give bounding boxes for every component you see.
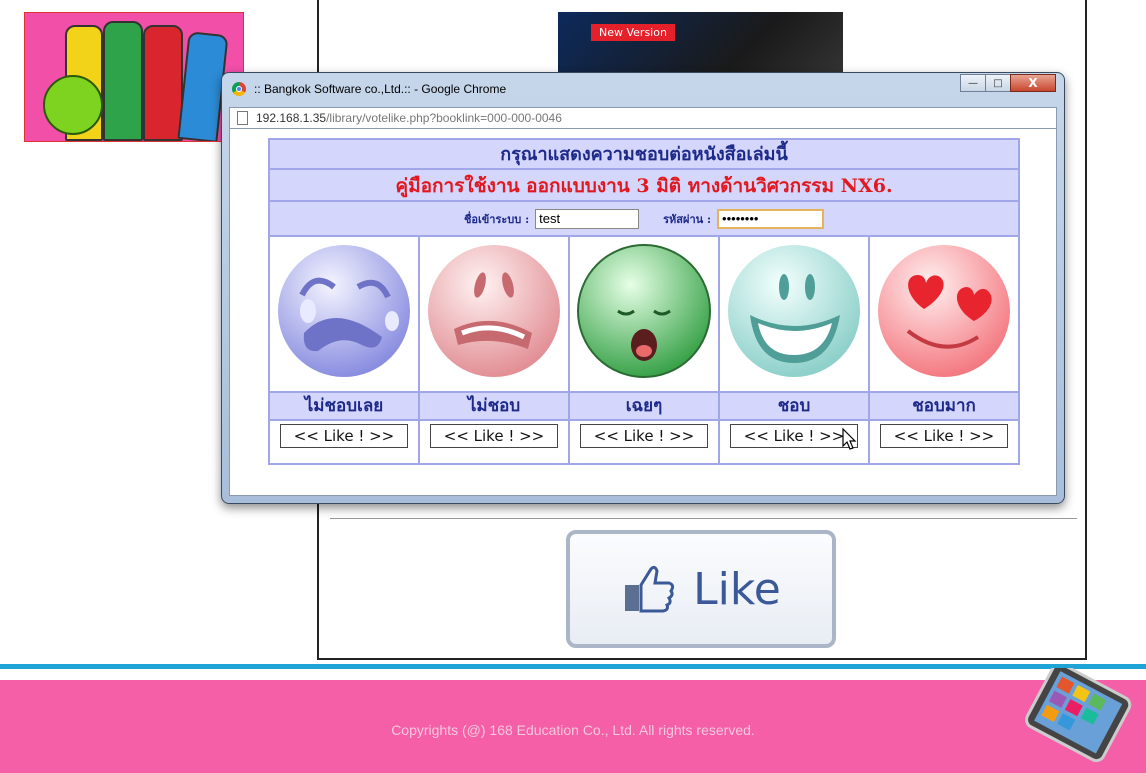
book-title: คู่มือการใช้งาน ออกแบบงาน 3 มิติ ทางด้าน…	[270, 170, 1018, 202]
yawn-face-icon	[577, 244, 711, 378]
password-label: รหัสผ่าน :	[663, 212, 712, 226]
vote-option-neutral: เฉยๆ << Like ! >>	[570, 237, 720, 463]
minimize-button[interactable]: —	[960, 74, 986, 92]
window-titlebar[interactable]: :: Bangkok Software co.,Ltd.:: - Google …	[222, 73, 1064, 105]
like-label: Like	[693, 563, 781, 615]
option-label: เฉยๆ	[570, 391, 718, 421]
like-button-love[interactable]: << Like ! >>	[880, 424, 1008, 448]
vote-option-love: ชอบมาก << Like ! >>	[870, 237, 1018, 463]
login-row: ชื่อเข้าระบบ : รหัสผ่าน :	[270, 202, 1018, 237]
thumbs-up-icon	[625, 565, 675, 613]
option-label: ชอบ	[720, 391, 868, 421]
bookworm-mascot-icon	[43, 75, 103, 135]
vote-prompt: กรุณาแสดงความชอบต่อหนังสือเล่มนี้	[270, 140, 1018, 170]
like-button-dislike[interactable]: << Like ! >>	[430, 424, 558, 448]
option-label: ชอบมาก	[870, 391, 1018, 421]
crying-face-icon	[278, 245, 410, 377]
page-viewport: กรุณาแสดงความชอบต่อหนังสือเล่มนี้ คู่มือ…	[229, 129, 1057, 496]
like-button-like[interactable]: << Like ! >>	[730, 424, 858, 448]
page-icon	[237, 111, 248, 125]
grin-face-icon	[728, 245, 860, 377]
divider	[330, 518, 1077, 519]
option-label: ไม่ชอบ	[420, 391, 568, 421]
window-title: :: Bangkok Software co.,Ltd.:: - Google …	[254, 82, 507, 96]
facebook-like-button[interactable]: Like	[566, 530, 836, 648]
like-button-neutral[interactable]: << Like ! >>	[580, 424, 708, 448]
book-red	[143, 25, 183, 141]
vote-options: ไม่ชอบเลย << Like ! >> ไม่ชอบ << Like ! …	[270, 237, 1018, 463]
new-version-tag: New Version	[591, 24, 675, 41]
frown-face-icon	[428, 245, 560, 377]
tablet-device-icon	[1025, 668, 1132, 763]
mouse-cursor-icon	[842, 428, 857, 450]
vote-table: กรุณาแสดงความชอบต่อหนังสือเล่มนี้ คู่มือ…	[268, 138, 1020, 465]
username-label: ชื่อเข้าระบบ :	[463, 212, 530, 226]
heart-eyes-face-icon	[878, 245, 1010, 377]
url-host: 192.168.1.35	[256, 111, 327, 125]
vote-popup-window: :: Bangkok Software co.,Ltd.:: - Google …	[221, 72, 1065, 504]
footer-accent-line	[0, 664, 1146, 669]
copyright-text: Copyrights (@) 168 Education Co., Ltd. A…	[391, 722, 755, 738]
window-controls: — □ X	[960, 74, 1056, 92]
library-books-logo	[24, 12, 244, 142]
password-input[interactable]	[717, 208, 825, 229]
username-input[interactable]	[535, 208, 640, 229]
footer: Copyrights (@) 168 Education Co., Ltd. A…	[0, 668, 1146, 773]
close-button[interactable]: X	[1010, 74, 1056, 92]
vote-option-hate: ไม่ชอบเลย << Like ! >>	[270, 237, 420, 463]
like-button-hate[interactable]: << Like ! >>	[280, 424, 408, 448]
url-path: /library/votelike.php?booklink=000-000-0…	[326, 111, 562, 125]
book-green	[103, 21, 143, 141]
chrome-logo-icon	[232, 82, 246, 96]
vote-option-dislike: ไม่ชอบ << Like ! >>	[420, 237, 570, 463]
maximize-button[interactable]: □	[985, 74, 1011, 92]
address-bar[interactable]: 192.168.1.35/library/votelike.php?bookli…	[229, 107, 1057, 129]
url-text: 192.168.1.35/library/votelike.php?bookli…	[256, 111, 562, 125]
option-label: ไม่ชอบเลย	[270, 391, 418, 421]
